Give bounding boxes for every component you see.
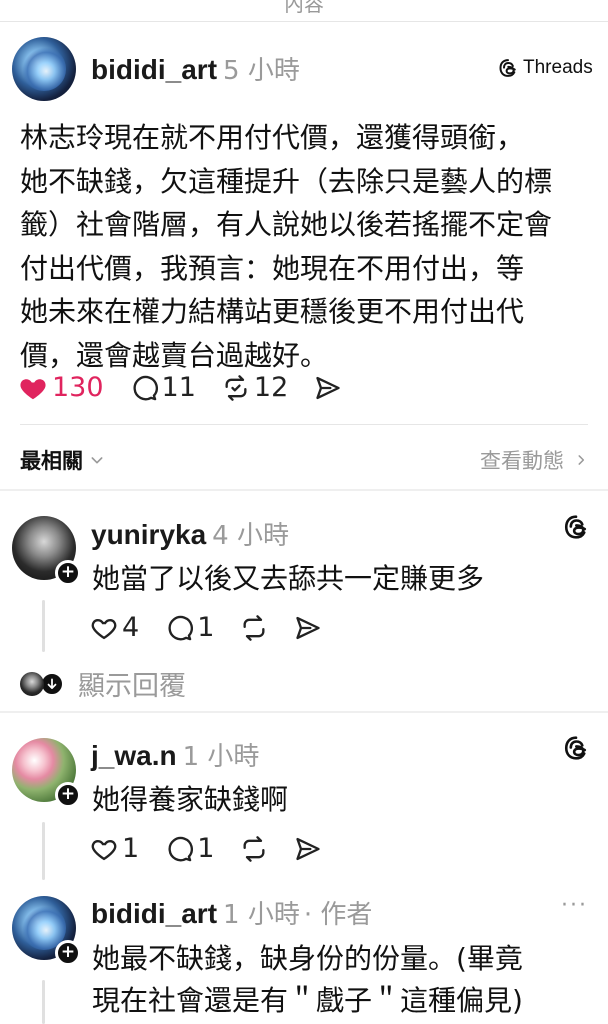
post-author[interactable]: bididi_art 5 小時 [91,50,300,87]
reply-time: 4 小時 [212,521,289,551]
post-avatar[interactable] [12,37,76,101]
threads-source[interactable]: Threads [498,57,593,79]
like-button[interactable]: 4 [90,612,139,643]
reply-line: 她最不缺錢，缺身份的份量。(畢竟 [92,942,523,975]
post-line: 付出代價，我預言：她現在不用付出，等 [20,251,525,285]
comment-count: 1 [197,612,215,643]
share-button[interactable] [294,614,322,642]
threads-icon[interactable] [563,735,589,761]
top-strip: 內容 [0,0,608,22]
thread-line [42,822,45,880]
comment-icon [168,836,194,861]
post-line: 她未來在權力結構站更穩後更不用付出代 [20,295,525,328]
reply-body: 她當了以後又去舔共一定賺更多 [92,562,485,595]
like-button[interactable]: 1 [90,833,139,864]
reply-actions: 1 1 [90,833,348,864]
activity-label: 查看動態 [480,449,564,473]
view-activity-link[interactable]: 查看動態 [480,445,588,475]
reply-line: 現在社會還是有＂戲子＂這種偏見) [92,984,523,1017]
top-divider [0,21,608,22]
repost-icon [243,614,265,641]
comment-icon [133,375,158,400]
like-button[interactable]: 130 [18,372,104,403]
follow-button[interactable]: + [55,560,81,586]
chevron-down-icon [91,457,103,464]
heart-icon [91,839,117,860]
reply-author[interactable]: yuniryka 4 小時 [91,515,289,552]
repost-icon [243,835,265,862]
comment-count: 1 [197,833,215,864]
heart-filled-icon [20,378,46,399]
reply-actions: 4 1 [90,612,348,643]
like-count: 4 [122,612,140,643]
reply-username[interactable]: j_wa.n [91,740,177,771]
repost-button[interactable] [240,614,268,642]
comment-button[interactable]: 1 [165,833,214,864]
top-cut-text: 內容 [284,0,324,16]
post-line: 她不缺錢，欠這種提升（去除只是藝人的標 [20,164,553,198]
post-line: 林志玲現在就不用付代價，還獲得頭銜， [20,121,525,154]
author-tag: · 作者 [303,900,373,930]
post-body: 林志玲現在就不用付代價，還獲得頭銜， 她不缺錢，欠這種提升（去除只是藝人的標 籤… [20,116,595,377]
post-divider [20,424,588,425]
reply-body: 她最不缺錢，缺身份的份量。(畢竟 現在社會還是有＂戲子＂這種偏見) [92,938,592,1022]
threads-label: Threads [523,57,593,78]
reply-time: 1 小時 [223,900,300,930]
reply-time: 1 小時 [182,742,260,772]
reply-body: 她得養家缺錢啊 [92,783,289,816]
repost-button[interactable] [240,835,268,863]
repost-count: 12 [253,372,289,403]
reply-username[interactable]: bididi_art [91,898,217,929]
show-replies-label: 顯示回覆 [78,671,186,702]
post-line: 籤）社會階層，有人說她以後若搖擺不定會 [20,208,553,241]
repost-button[interactable]: 12 [222,372,288,403]
threads-icon[interactable] [563,514,589,540]
post-actions: 130 11 12 [18,372,368,403]
reply-author[interactable]: bididi_art 1 小時 · 作者 [91,894,372,931]
comment-button[interactable]: 11 [130,372,196,403]
comment-button[interactable]: 1 [165,612,214,643]
share-button[interactable] [294,835,322,863]
reply-divider [0,711,608,713]
post-username[interactable]: bididi_art [91,54,217,85]
chevron-right-icon [578,455,585,465]
comment-count: 11 [161,372,196,403]
reply-author[interactable]: j_wa.n 1 小時 [91,736,259,773]
section-divider [0,489,608,491]
repost-icon [225,374,247,401]
heart-icon [91,618,117,639]
share-button[interactable] [314,374,342,402]
thread-line [42,980,45,1024]
sort-label: 最相關 [20,449,83,473]
send-icon [296,616,321,639]
send-icon [316,376,340,399]
threads-icon [499,59,516,77]
send-icon [296,837,321,860]
sort-dropdown[interactable]: 最相關 [20,445,105,475]
thread-line [42,600,45,652]
post-line: 價，還會越賣台過越好。 [20,338,329,372]
follow-button[interactable]: + [55,782,81,808]
follow-button[interactable]: + [55,940,81,966]
like-count: 1 [122,833,140,864]
reply-username[interactable]: yuniryka [91,519,206,550]
mini-avatar [20,671,44,696]
like-count: 130 [52,372,104,403]
more-options-icon[interactable]: ··· [561,893,588,918]
comment-icon [168,615,194,640]
show-replies-button[interactable]: 顯示回覆 [20,664,186,703]
post-time: 5 小時 [223,56,300,86]
